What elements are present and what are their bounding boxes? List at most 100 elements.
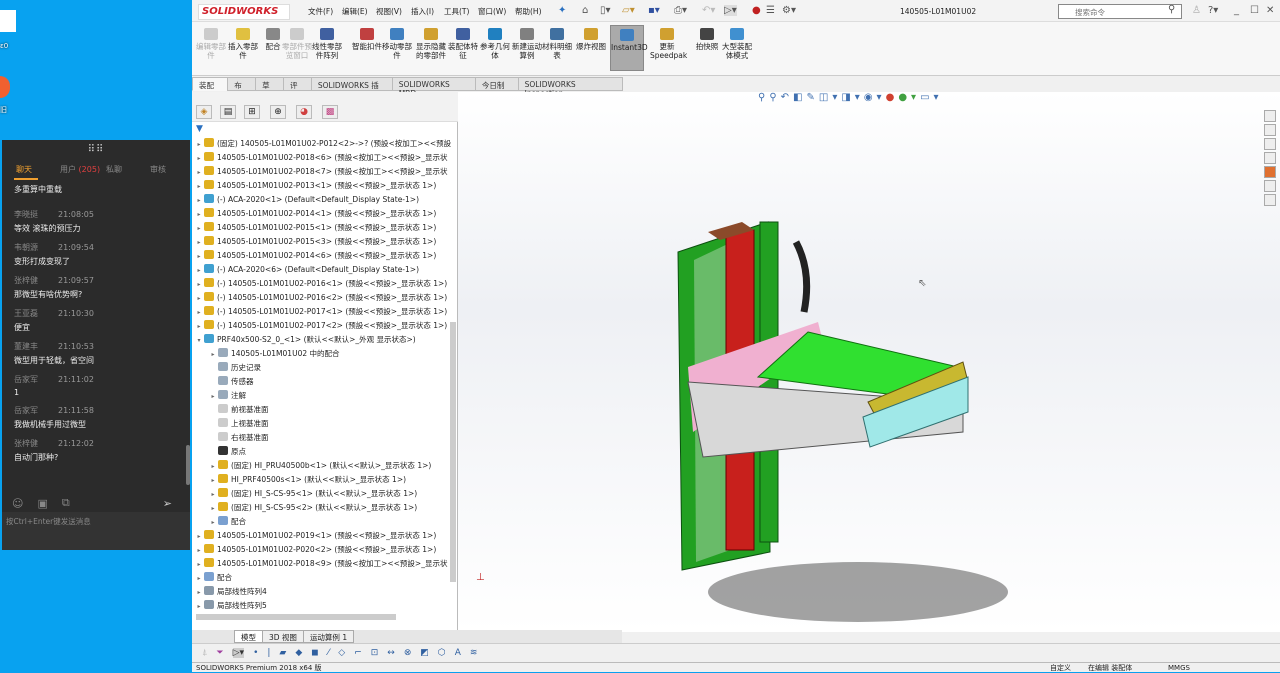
tree-item[interactable]: ▸ 注解 — [194, 389, 452, 403]
drag-handle-icon[interactable]: ⠿⠿ — [2, 144, 190, 155]
tree-item[interactable]: ▸ 140505-L01M01U02-P014<1> (预設<<预設>_显示状态 … — [194, 207, 452, 221]
point-icon[interactable]: • — [253, 648, 258, 658]
cam-tab-icon[interactable]: ▩ — [322, 105, 338, 119]
command-tab[interactable]: 评估 — [283, 77, 312, 101]
undo-icon[interactable]: ↶▾ — [702, 5, 715, 16]
chat-scrollbar[interactable] — [186, 445, 190, 485]
tree-item[interactable]: ▸ 配合 — [194, 515, 452, 529]
edge-icon[interactable]: ⁄ — [328, 648, 330, 658]
ribbon-button[interactable]: 移动零部件 — [380, 28, 414, 60]
file-properties-icon[interactable]: ☰ — [766, 5, 775, 16]
tree-item[interactable]: 传感器 — [194, 375, 452, 389]
command-tab[interactable]: SOLIDWORKS MBD — [391, 77, 476, 98]
mate-icon[interactable]: ⊗ — [404, 648, 412, 658]
component-icon[interactable]: ⬡ — [438, 648, 446, 658]
options-gear-icon[interactable]: ⚙▾ — [782, 5, 796, 16]
hide-show-icon[interactable]: ◉▾ — [864, 92, 886, 103]
save-icon[interactable]: ▪▾ — [648, 5, 660, 16]
new-file-icon[interactable]: ▯▾ — [600, 5, 611, 16]
assembly-model[interactable] — [658, 202, 1018, 632]
tree-item[interactable]: ▾ PRF40x500-S2_0_<1> (默认<<默认>_外观 显示状态>) — [194, 333, 452, 347]
body-icon[interactable]: ◼ — [311, 648, 318, 658]
tree-item[interactable]: ▸ 140505-L01M01U02-P018<6> (预設<按加工><<预設>_… — [194, 151, 452, 165]
expand-arrow-icon[interactable]: ▸ — [194, 222, 204, 235]
ribbon-button[interactable]: 编辑零部件 — [194, 28, 228, 60]
command-tab[interactable]: 布局 — [227, 77, 257, 101]
tree-item[interactable]: 前视基准面 — [194, 403, 452, 417]
menu-item[interactable]: 编辑(E) — [342, 6, 368, 17]
dimension-icon[interactable]: ↔ — [387, 648, 395, 658]
loop-icon[interactable]: ⊡ — [371, 648, 379, 658]
filter-icon[interactable]: ▼ — [196, 124, 203, 134]
expand-arrow-icon[interactable]: ▸ — [194, 544, 204, 557]
tree-item[interactable]: ▸ (-) 140505-L01M01U02-P016<2> (预設<<预設>_显… — [194, 291, 452, 305]
dimxpert-tab-icon[interactable]: ⊕ — [270, 105, 286, 119]
vertex-icon[interactable]: ◇ — [338, 648, 345, 658]
view-settings-icon[interactable]: ▭▾ — [920, 92, 942, 103]
tree-horizontal-scrollbar[interactable] — [196, 614, 396, 620]
tree-item[interactable]: ▸ HI_PRF40500s<1> (默认<<默认>_显示状态 1>) — [194, 473, 452, 487]
expand-arrow-icon[interactable]: ▸ — [194, 600, 204, 612]
scene-icon[interactable]: ●▾ — [898, 92, 920, 103]
expand-arrow-icon[interactable]: ▸ — [208, 516, 218, 529]
command-tab[interactable]: SOLIDWORKS Inspection — [517, 77, 623, 98]
home-icon[interactable]: ⌂ — [582, 5, 588, 16]
select-icon[interactable]: ▷▾ — [724, 5, 737, 16]
command-tab[interactable]: SOLIDWORKS 插件 — [310, 77, 393, 101]
expand-arrow-icon[interactable]: ▸ — [194, 208, 204, 221]
zoom-to-fit-icon[interactable]: ⚲ — [758, 92, 769, 103]
tree-item[interactable]: ▸ (-) ACA-2020<6> (Default<Default_Displa… — [194, 263, 452, 277]
tree-item[interactable]: ▸ 局部线性阵列5 — [194, 599, 452, 612]
ribbon-button[interactable]: 显示隐藏的零部件 — [414, 28, 448, 60]
tree-item[interactable]: ▸ (-) 140505-L01M01U02-P017<2> (预設<<预設>_显… — [194, 319, 452, 333]
expand-arrow-icon[interactable]: ▸ — [194, 306, 204, 319]
search-commands-input[interactable]: 搜索命令 — [1058, 4, 1182, 19]
annotation-icon[interactable]: A — [455, 648, 461, 658]
tree-item[interactable]: ▸ 140505-L01M01U02-P015<1> (预設<<预設>_显示状态 … — [194, 221, 452, 235]
print-icon[interactable]: ⎙▾ — [674, 5, 687, 16]
weld-icon[interactable]: ≋ — [470, 648, 478, 658]
ribbon-button[interactable]: 插入零部件 — [226, 28, 260, 60]
pin-icon[interactable]: ✦ — [558, 5, 566, 16]
tree-item[interactable]: ▸ (固定) 140505-L01M01U02-P012<2>->? (预設<按加… — [194, 137, 452, 151]
expand-arrow-icon[interactable]: ▸ — [194, 138, 204, 151]
design-library-tab-icon[interactable] — [1264, 124, 1276, 136]
expand-arrow-icon[interactable]: ▸ — [194, 264, 204, 277]
sketch-icon[interactable]: ⌐ — [354, 648, 362, 658]
ribbon-button[interactable]: 零部件预览窗口 — [280, 28, 314, 60]
view-palette-tab-icon[interactable] — [1264, 152, 1276, 164]
tree-item[interactable]: ▸ 局部线性阵列4 — [194, 585, 452, 599]
send-icon[interactable]: ➢ — [163, 497, 172, 510]
solidworks-logo[interactable]: SOLIDWORKS — [198, 4, 290, 20]
tree-item[interactable]: ▸ 140505-L01M01U02-P013<1> (预設<<预設>_显示状态 … — [194, 179, 452, 193]
graphics-viewport[interactable]: ⚲⚲↶◧✎◫▾◨▾◉▾●●▾▭▾ ⇖ ⊥ — [458, 92, 1280, 632]
rebuild-icon[interactable]: ● — [752, 5, 761, 16]
tree-item[interactable]: 上视基准面 — [194, 417, 452, 431]
expand-arrow-icon[interactable]: ▸ — [194, 180, 204, 193]
tree-item[interactable]: ▸ 140505-L01M01U02-P018<7> (预設<按加工><<预設>_… — [194, 165, 452, 179]
close-icon[interactable]: ✕ — [1266, 5, 1274, 16]
chat-tab-review[interactable]: 审核 — [150, 164, 166, 175]
appearances-tab-icon[interactable] — [1264, 166, 1276, 178]
tree-item[interactable]: ▸ 140505-L01M01U02 中的配合 — [194, 347, 452, 361]
menu-item[interactable]: 窗口(W) — [478, 6, 506, 17]
chat-tab-chat[interactable]: 聊天 — [16, 164, 32, 175]
user-icon[interactable]: ♙ — [1192, 5, 1201, 16]
ribbon-button[interactable]: 大型装配体模式 — [720, 28, 754, 60]
ribbon-button[interactable]: Instant3D — [610, 25, 648, 71]
expand-arrow-icon[interactable]: ▸ — [194, 586, 204, 599]
expand-arrow-icon[interactable]: ▾ — [194, 334, 204, 347]
ribbon-button[interactable]: 线性零部件阵列 — [310, 28, 344, 60]
select-filter-icon[interactable]: ⍋ — [202, 648, 207, 658]
view-orientation-icon[interactable]: ◫▾ — [819, 92, 841, 103]
axis-icon[interactable]: | — [267, 648, 270, 658]
configuration-manager-tab-icon[interactable]: ⊞ — [244, 105, 260, 119]
expand-arrow-icon[interactable]: ▸ — [208, 502, 218, 515]
expand-arrow-icon[interactable]: ▸ — [194, 194, 204, 207]
tree-item[interactable]: ▸ (-) 140505-L01M01U02-P017<1> (预設<<预設>_显… — [194, 305, 452, 319]
tree-item[interactable]: ▸ 140505-L01M01U02-P014<6> (预設<<预設>_显示状态 … — [194, 249, 452, 263]
expand-arrow-icon[interactable]: ▸ — [194, 292, 204, 305]
command-tab[interactable]: 今日制造 — [474, 77, 519, 101]
tree-item[interactable]: ▸ (固定) HI_S-CS-95<2> (默认<<默认>_显示状态 1>) — [194, 501, 452, 515]
ribbon-button[interactable]: 参考几何体 — [478, 28, 512, 60]
